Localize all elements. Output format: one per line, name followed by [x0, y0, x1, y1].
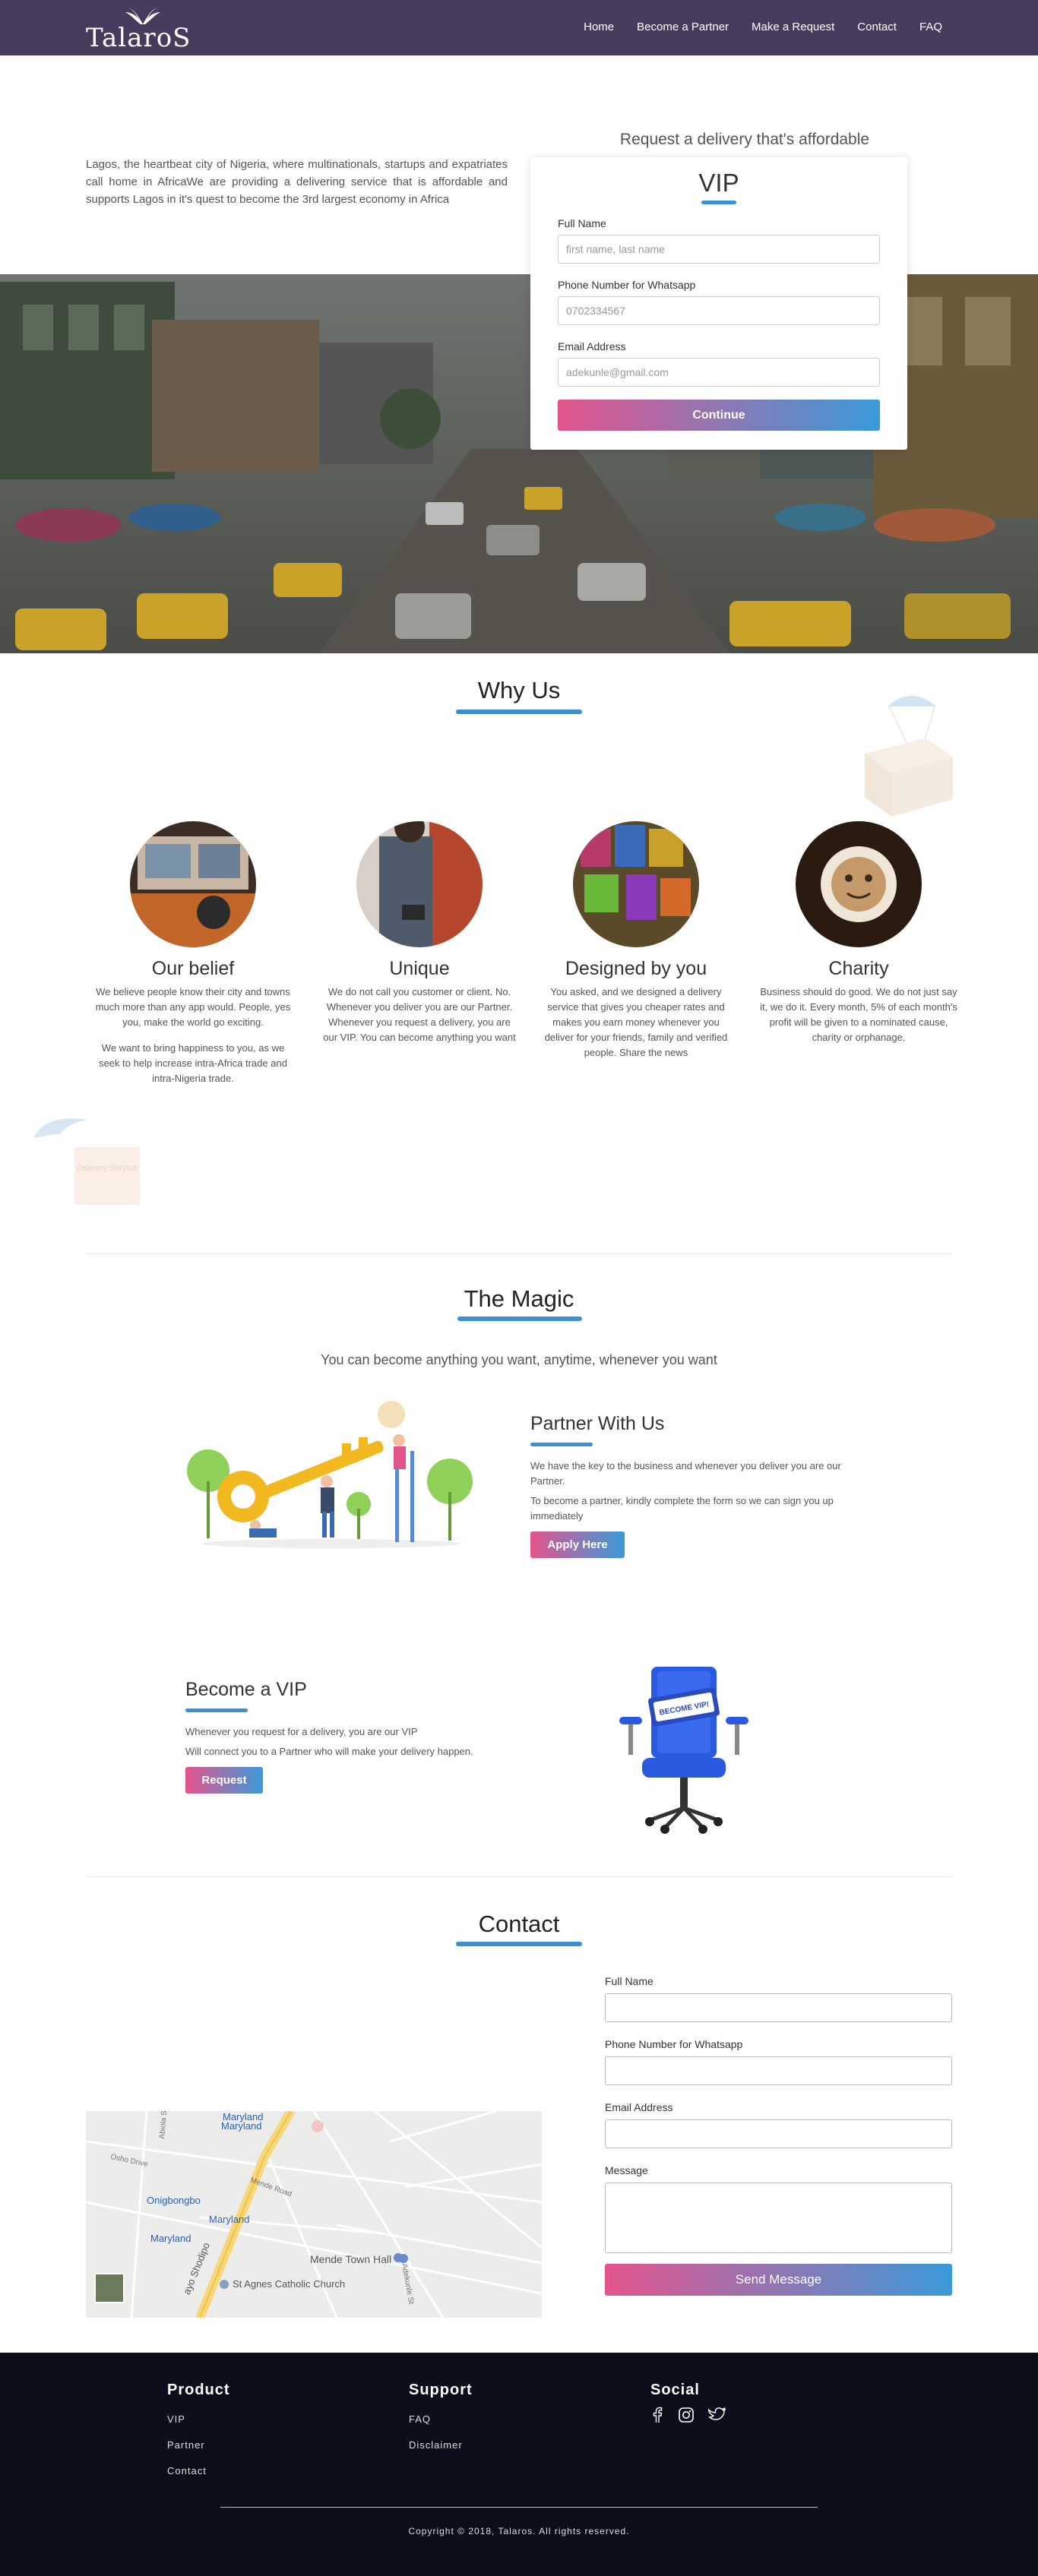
section-divider	[86, 1253, 952, 1254]
feature-text: Business should do good. We do not just …	[760, 986, 957, 1043]
vip-chair-illustration: BECOME VIP!	[619, 1667, 748, 1834]
map-label-maryland-second: Maryland	[221, 2120, 262, 2132]
full-name-input[interactable]: first name, last name	[558, 235, 880, 264]
phone-input[interactable]: 0702334567	[558, 296, 880, 325]
feature-text-secondary: We want to bring happiness to you, as we…	[99, 1042, 287, 1084]
become-vip-block: Become a VIP Whenever you request for a …	[185, 1679, 520, 1794]
contact-email-input[interactable]	[605, 2119, 952, 2148]
parachute-icon	[33, 1118, 88, 1138]
parcel-decoration: Delivery Service	[30, 1111, 144, 1205]
footer-divider	[220, 2507, 818, 2508]
footer-link-vip[interactable]: VIP	[167, 2413, 230, 2425]
feature-title: Unique	[389, 958, 450, 979]
footer-support-column: Support FAQ Disclaimer	[409, 2382, 473, 2451]
contact-title: Contact	[478, 1911, 560, 1937]
nav-make-request[interactable]: Make a Request	[752, 21, 834, 33]
phone-label: Phone Number for Whatsapp	[558, 279, 696, 291]
become-vip-title: Become a VIP	[185, 1679, 307, 1700]
top-navbar: TalaroS Home Become a Partner Make a Req…	[0, 0, 1038, 55]
footer-link-faq[interactable]: FAQ	[409, 2413, 473, 2425]
continue-button[interactable]: Continue	[558, 400, 880, 431]
parachute-parcel-icon	[865, 696, 953, 817]
footer-link-contact[interactable]: Contact	[167, 2465, 230, 2476]
map-pin-icon	[394, 2253, 403, 2262]
contact-message-textarea[interactable]	[605, 2182, 952, 2253]
contact-email-label: Email Address	[605, 2101, 673, 2113]
bus-driver-photo	[130, 821, 256, 947]
section-divider	[86, 1876, 952, 1877]
map-label-maryland-low: Maryland	[150, 2233, 191, 2244]
feature-charity: Charity Business should do good. We do n…	[760, 821, 957, 1045]
contact-message-label: Message	[605, 2164, 648, 2176]
partner-block: Partner With Us We have the key to the b…	[530, 1413, 842, 1558]
map-label-church: St Agnes Catholic Church	[233, 2278, 346, 2290]
partner-key-illustration	[187, 1401, 473, 1548]
send-message-button[interactable]: Send Message	[605, 2264, 952, 2296]
nav-faq[interactable]: FAQ	[919, 21, 942, 33]
vip-title-underline	[701, 201, 736, 204]
parcel-box-label: Delivery Service	[74, 1147, 140, 1205]
become-vip-text-1: Whenever you request for a delivery, you…	[185, 1726, 418, 1737]
footer-product-title: Product	[167, 2382, 230, 2398]
become-vip-underline	[185, 1708, 248, 1712]
copyright-text: Copyright © 2018, Talaros. All rights re…	[408, 2526, 630, 2536]
magic-title: The Magic	[464, 1285, 574, 1312]
map-label-onigbongbo: Onigbongbo	[147, 2195, 201, 2206]
email-label: Email Address	[558, 340, 626, 352]
footer-support-title: Support	[409, 2382, 473, 2398]
location-map[interactable]: Maryland Maryland Onigbongbo Maryland Ma…	[86, 2111, 542, 2318]
site-footer: Product VIP Partner Contact Support FAQ …	[0, 2353, 1038, 2576]
facebook-icon[interactable]	[650, 2407, 664, 2423]
apply-here-button[interactable]: Apply Here	[530, 1531, 625, 1558]
why-us-underline	[456, 710, 582, 714]
brand-logo[interactable]: TalaroS	[86, 8, 200, 53]
contact-form: Full Name Phone Number for Whatsapp Emai…	[605, 1975, 952, 2296]
map-label-mende-town-hall: Mende Town Hall	[310, 2253, 392, 2265]
phone-user-photo	[356, 821, 483, 947]
feature-text: We do not call you customer or client. N…	[323, 986, 516, 1043]
contact-phone-label: Phone Number for Whatsapp	[605, 2038, 743, 2050]
nav-become-partner[interactable]: Become a Partner	[637, 21, 729, 33]
feature-unique: Unique We do not call you customer or cl…	[321, 821, 518, 1045]
feature-text: You asked, and we designed a delivery se…	[544, 986, 728, 1058]
feature-text: We believe people know their city and to…	[95, 986, 291, 1028]
map-label-maryland-mid: Maryland	[209, 2214, 250, 2225]
partner-text-2: To become a partner, kindly complete the…	[530, 1495, 834, 1522]
contact-name-input[interactable]	[605, 1993, 952, 2022]
feature-our-belief: Our belief We believe people know their …	[94, 821, 292, 1086]
partner-underline	[530, 1443, 593, 1446]
request-button[interactable]: Request	[185, 1767, 263, 1794]
partner-title: Partner With Us	[530, 1413, 665, 1434]
hero-intro-text: Lagos, the heartbeat city of Nigeria, wh…	[86, 158, 508, 206]
magic-underline	[457, 1316, 582, 1321]
footer-link-disclaimer[interactable]: Disclaimer	[409, 2439, 473, 2451]
feature-title: Our belief	[151, 958, 235, 979]
footer-social-column: Social	[650, 2382, 726, 2423]
instagram-icon[interactable]	[678, 2407, 695, 2423]
email-input[interactable]: adekunle@gmail.com	[558, 358, 880, 387]
coffee-cup-photo	[796, 821, 922, 947]
vip-form-title: VIP	[698, 169, 739, 197]
full-name-label: Full Name	[558, 217, 606, 229]
footer-social-title: Social	[650, 2382, 700, 2398]
contact-phone-input[interactable]	[605, 2056, 952, 2085]
brand-name: TalaroS	[86, 23, 191, 53]
twitter-icon[interactable]	[708, 2407, 726, 2423]
contact-underline	[456, 1942, 582, 1946]
contact-name-label: Full Name	[605, 1975, 653, 1987]
vip-request-form: VIP Full Name first name, last name Phon…	[530, 157, 907, 450]
request-delivery-title: Request a delivery that's affordable	[619, 131, 870, 148]
market-bags-photo	[573, 821, 699, 947]
main-menu: Home Become a Partner Make a Request Con…	[561, 21, 942, 33]
become-vip-text-2: Will connect you to a Partner who will m…	[185, 1746, 473, 1757]
nav-home[interactable]: Home	[584, 21, 614, 33]
magic-subtitle: You can become anything you want, anytim…	[321, 1352, 717, 1367]
feature-title: Designed by you	[565, 958, 707, 979]
feature-title: Charity	[828, 958, 889, 979]
footer-link-partner[interactable]: Partner	[167, 2439, 230, 2451]
nav-contact[interactable]: Contact	[857, 21, 897, 33]
footer-product-column: Product VIP Partner Contact	[167, 2382, 230, 2476]
partner-text-1: We have the key to the business and when…	[530, 1460, 841, 1487]
feature-designed-by-you: Designed by you You asked, and we design…	[537, 821, 735, 1060]
